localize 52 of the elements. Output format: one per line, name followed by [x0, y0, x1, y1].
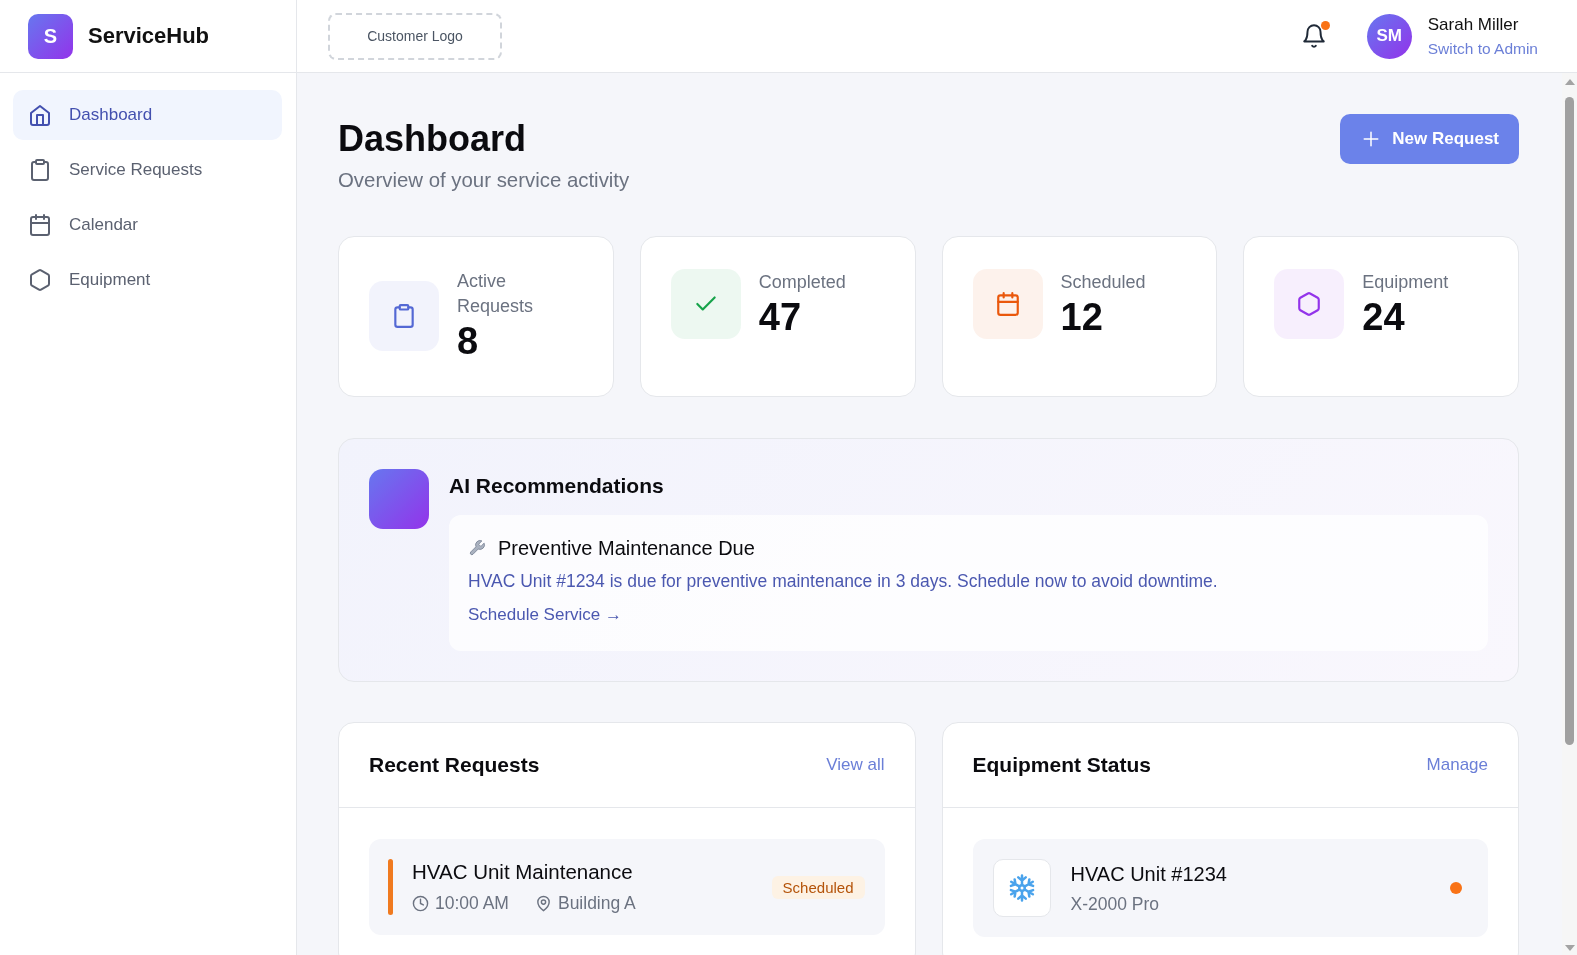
- scroll-up-icon[interactable]: [1564, 79, 1575, 85]
- scrollbar[interactable]: [1562, 73, 1577, 955]
- nav-item[interactable]: Calendar: [13, 200, 282, 250]
- location-pin-icon: [534, 894, 552, 912]
- nav-item[interactable]: Service Requests: [13, 145, 282, 195]
- scroll-down-icon[interactable]: [1564, 945, 1575, 951]
- manage-link[interactable]: Manage: [1426, 755, 1488, 775]
- section-title: Equipment Status: [972, 753, 1151, 777]
- nav-item[interactable]: Dashboard: [13, 90, 282, 140]
- brand-logo[interactable]: S: [28, 13, 73, 59]
- scrollbar-thumb[interactable]: [1565, 97, 1574, 745]
- request-item[interactable]: HVAC Unit Maintenance 10:00 AM Building A Scheduled: [369, 839, 885, 935]
- ai-tile-icon: [369, 469, 429, 529]
- device-model: X-2000 Pro: [1070, 893, 1161, 915]
- stat-label: Scheduled: [1060, 270, 1146, 294]
- request-time: 10:00 AM: [435, 892, 509, 915]
- stat-label: Equipment: [1362, 270, 1449, 294]
- section-title: AI Recommendations: [449, 473, 665, 499]
- request-location: Building A: [557, 892, 636, 915]
- request-title: HVAC Unit Maintenance: [412, 859, 634, 885]
- stat-value: 24: [1362, 294, 1406, 339]
- recommendation-text: HVAC Unit #1234 is due for preventive maintenance in 3 days. Schedule now to avoid downtime.: [468, 570, 1219, 593]
- page-subtitle: Overview of your service activity: [338, 168, 630, 192]
- hexagon-icon: [28, 268, 52, 292]
- stat-value: 8: [457, 319, 480, 363]
- schedule-service-link[interactable]: Schedule Service →: [468, 603, 623, 627]
- user-name: Sarah Miller: [1427, 14, 1520, 35]
- home-icon: [28, 103, 52, 127]
- calendar-icon: [28, 213, 52, 237]
- wrench-icon: [468, 539, 486, 557]
- plus-icon: [1362, 130, 1381, 148]
- section-title: Recent Requests: [369, 753, 540, 777]
- user-avatar[interactable]: SM: [1366, 13, 1412, 59]
- brand-name: ServiceHub: [88, 23, 210, 49]
- switch-role-link[interactable]: Switch to Admin: [1427, 39, 1538, 58]
- device-name: HVAC Unit #1234: [1070, 862, 1228, 887]
- stat-value: 47: [758, 294, 803, 339]
- stat-label: Completed: [758, 270, 846, 294]
- stat-label: Active Requests: [457, 270, 535, 318]
- clipboard-icon: [28, 158, 52, 182]
- stat-value: 12: [1060, 294, 1104, 339]
- nav-item[interactable]: Equipment: [13, 255, 282, 305]
- snowflake-icon: [992, 859, 1051, 917]
- status-badge: Scheduled: [771, 875, 865, 899]
- logo-drop-field[interactable]: Customer Logo: [328, 12, 502, 60]
- recommendation-title: Preventive Maintenance Due: [498, 536, 755, 561]
- page-title: Dashboard: [338, 117, 528, 161]
- device-row[interactable]: HVAC Unit #1234 X-2000 Pro: [972, 839, 1488, 937]
- clock-icon: [412, 894, 429, 912]
- new-request-button[interactable]: New Request: [1340, 114, 1519, 164]
- bell-icon[interactable]: [1300, 23, 1327, 49]
- view-all-link[interactable]: View all: [826, 755, 885, 775]
